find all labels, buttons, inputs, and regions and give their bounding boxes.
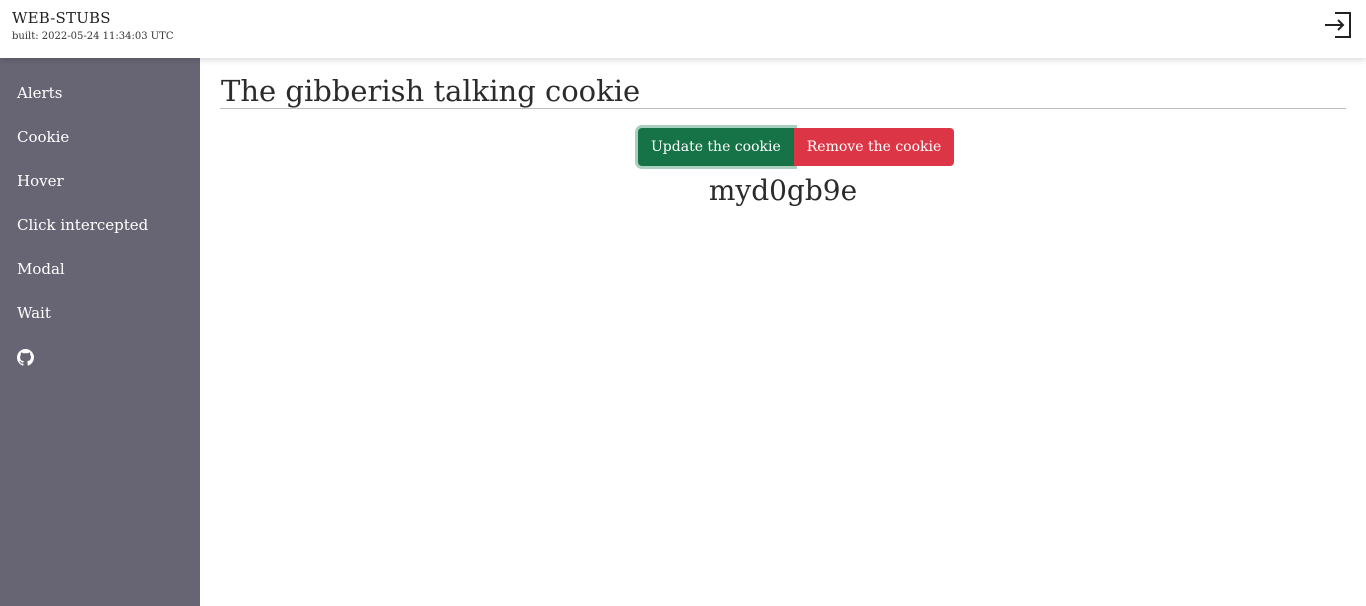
app-title: WEB-STUBS: [12, 9, 111, 27]
build-info: built: 2022-05-24 11:34:03 UTC: [12, 31, 174, 42]
main-content: The gibberish talking cookie Update the …: [220, 58, 1346, 606]
sidebar-item-hover[interactable]: Hover: [17, 172, 64, 190]
sidebar-item-alerts[interactable]: Alerts: [17, 84, 62, 102]
top-header: WEB-STUBS built: 2022-05-24 11:34:03 UTC: [0, 0, 1366, 58]
github-icon[interactable]: [17, 349, 34, 366]
cookie-button-group: Update the cookie Remove the cookie: [638, 128, 955, 166]
cookie-value: myd0gb9e: [708, 174, 858, 207]
sign-in-icon[interactable]: [1322, 10, 1354, 40]
remove-cookie-button[interactable]: Remove the cookie: [793, 128, 955, 166]
sidebar: Alerts Cookie Hover Click intercepted Mo…: [0, 58, 200, 606]
sidebar-item-modal[interactable]: Modal: [17, 260, 65, 278]
page-title: The gibberish talking cookie: [221, 74, 641, 108]
sidebar-item-wait[interactable]: Wait: [17, 304, 51, 322]
sidebar-item-click-intercepted[interactable]: Click intercepted: [17, 216, 148, 234]
update-cookie-button[interactable]: Update the cookie: [638, 128, 794, 166]
title-divider: [220, 108, 1346, 109]
brand: WEB-STUBS built: 2022-05-24 11:34:03 UTC: [12, 9, 173, 42]
sidebar-item-cookie[interactable]: Cookie: [17, 128, 69, 146]
